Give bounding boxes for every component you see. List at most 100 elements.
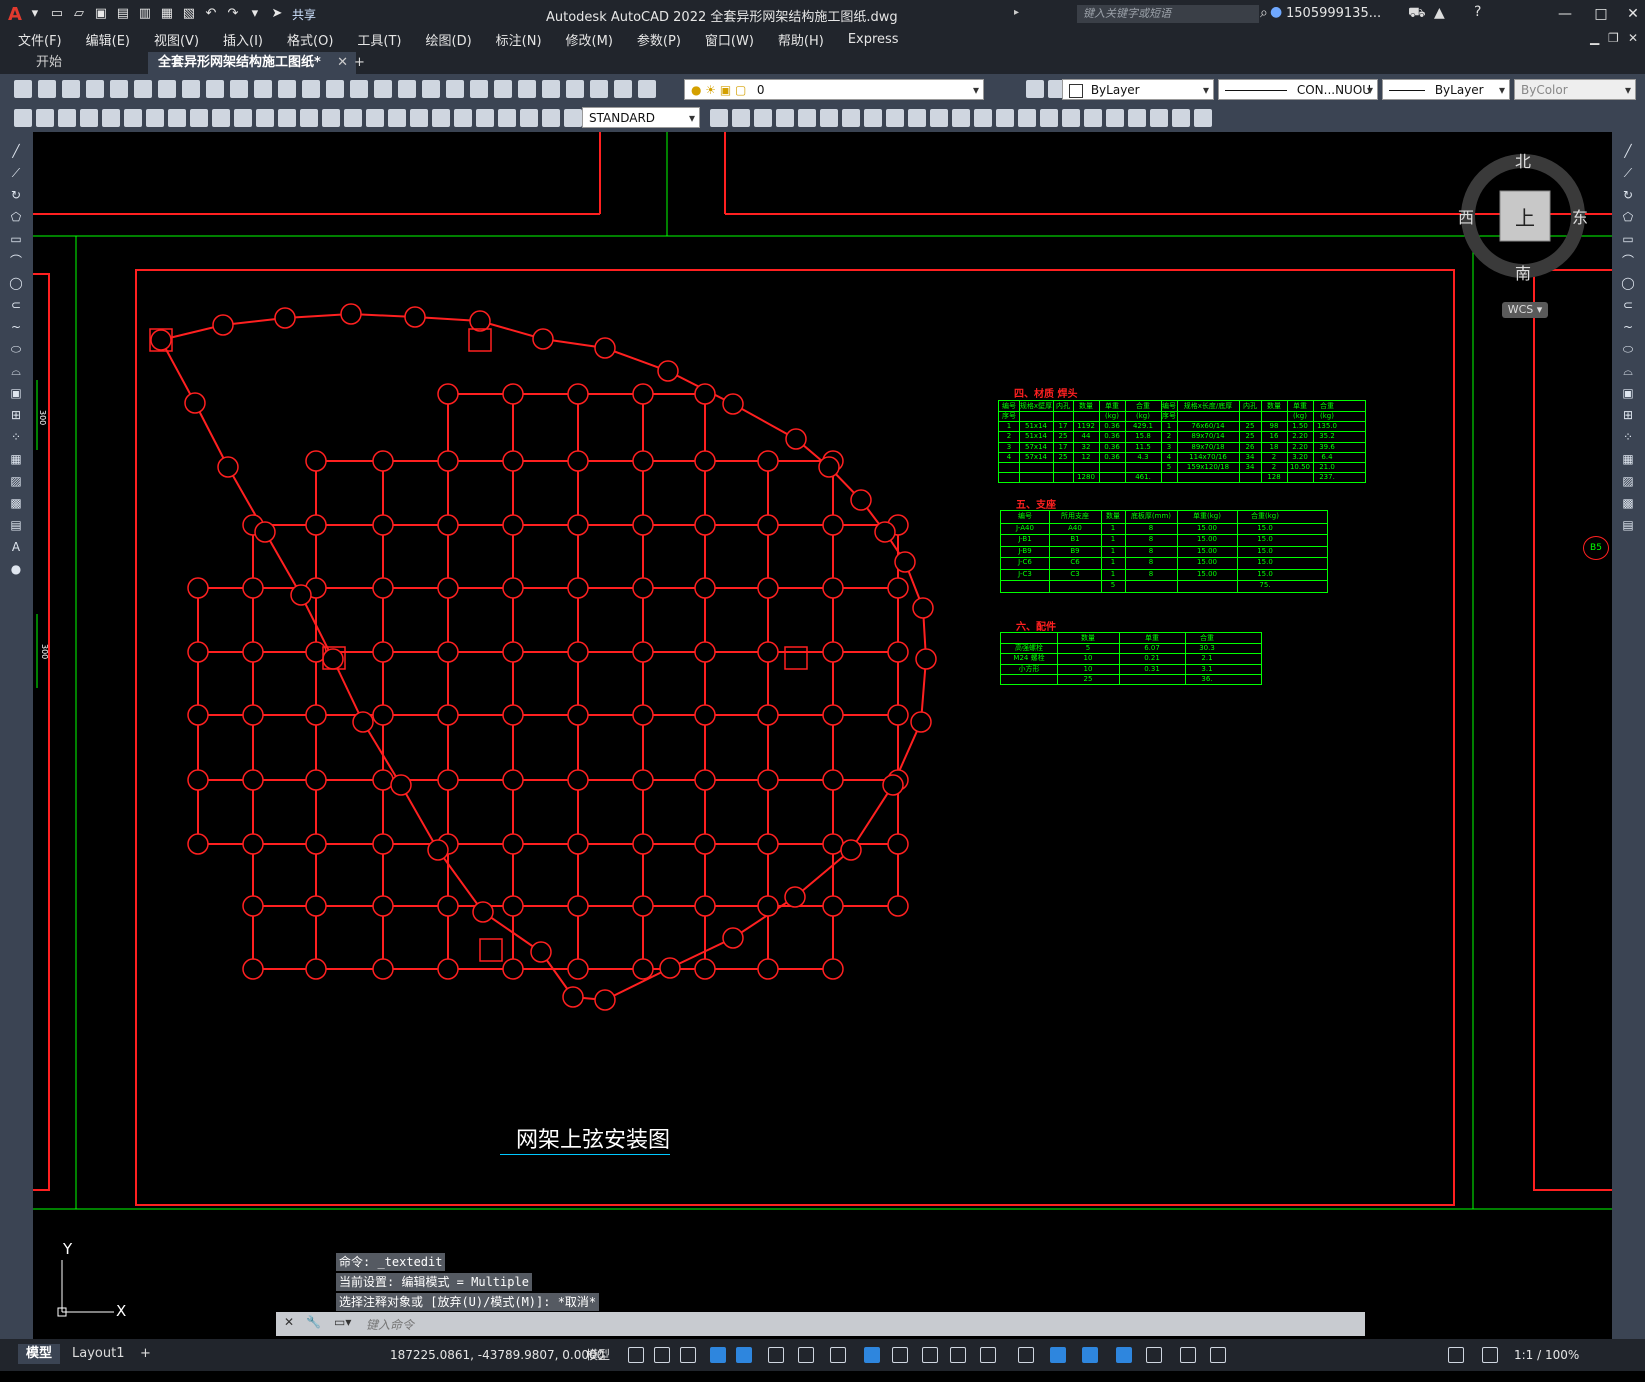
- save-web-icon[interactable]: ▦: [159, 6, 175, 22]
- menu-express[interactable]: Express: [836, 32, 911, 47]
- side-tool-icon[interactable]: ▣: [1620, 386, 1636, 400]
- drawing-canvas[interactable]: [33, 132, 1612, 1210]
- side-tool-icon[interactable]: ▨: [1620, 474, 1636, 488]
- menu-view[interactable]: 视图(V): [142, 30, 211, 49]
- undo-icon[interactable]: ↶: [203, 6, 219, 22]
- toolbar-tool-icon[interactable]: [1106, 109, 1124, 127]
- viewcube-face[interactable]: 上: [1515, 202, 1535, 231]
- toolbar-tool-icon[interactable]: [38, 80, 56, 98]
- side-tool-icon[interactable]: ~: [1620, 320, 1636, 334]
- toolbar-tool-icon[interactable]: [638, 80, 656, 98]
- save-icon[interactable]: ▣: [93, 6, 109, 22]
- command-prompt-icon[interactable]: ▭▾: [334, 1315, 351, 1329]
- toolbar-tool-icon[interactable]: [322, 109, 340, 127]
- toolbar-tool-icon[interactable]: [952, 109, 970, 127]
- menu-parametric[interactable]: 参数(P): [625, 30, 693, 49]
- toolbar-tool-icon[interactable]: [908, 109, 926, 127]
- user-icon[interactable]: ●: [1270, 4, 1282, 20]
- new-tab-icon[interactable]: +: [344, 52, 375, 74]
- menu-insert[interactable]: 插入(I): [211, 30, 275, 49]
- viewcube[interactable]: 北 南 东 西 上: [1458, 146, 1588, 286]
- chevron-down-icon[interactable]: ▾: [27, 6, 43, 22]
- toolbar-tool-icon[interactable]: [1084, 109, 1102, 127]
- viewcube-west[interactable]: 西: [1458, 204, 1474, 228]
- status-toggle-icon[interactable]: [1082, 1347, 1098, 1363]
- side-tool-icon[interactable]: ▤: [1620, 518, 1636, 532]
- side-tool-icon[interactable]: ⌓: [1620, 364, 1636, 378]
- toolbar-tool-icon[interactable]: [566, 80, 584, 98]
- toolbar-tool-icon[interactable]: [542, 80, 560, 98]
- model-space-button[interactable]: 模型: [586, 1346, 610, 1364]
- toolbar-tool-icon[interactable]: [498, 109, 516, 127]
- tab-drawing[interactable]: 全套异形网架结构施工图纸* ✕: [148, 52, 356, 74]
- chevron-right-icon[interactable]: ▸: [1014, 7, 1019, 18]
- doc-restore-icon[interactable]: ❐: [1608, 31, 1619, 45]
- toolbar-tool-icon[interactable]: [110, 80, 128, 98]
- side-tool-icon[interactable]: ~: [8, 320, 24, 334]
- side-tool-icon[interactable]: ▦: [8, 452, 24, 466]
- toolbar-tool-icon[interactable]: [974, 109, 992, 127]
- toolbar-tool-icon[interactable]: [886, 109, 904, 127]
- status-toggle-icon[interactable]: [980, 1347, 996, 1363]
- side-tool-icon[interactable]: ⁘: [1620, 430, 1636, 444]
- toolbar-tool-icon[interactable]: [446, 80, 464, 98]
- side-tool-icon[interactable]: ▭: [1620, 232, 1636, 246]
- linetype-dropdown[interactable]: CON...NUOU ▾: [1218, 79, 1378, 100]
- open-file-icon[interactable]: ▱: [71, 6, 87, 22]
- toolbar-tool-icon[interactable]: [86, 80, 104, 98]
- open-web-icon[interactable]: ▥: [137, 6, 153, 22]
- menu-edit[interactable]: 编辑(E): [74, 30, 142, 49]
- viewcube-north[interactable]: 北: [1515, 148, 1531, 172]
- status-toggle-icon[interactable]: [1482, 1347, 1498, 1363]
- side-tool-icon[interactable]: ⬭: [8, 342, 24, 356]
- status-toggle-icon[interactable]: [864, 1347, 880, 1363]
- toolbar-tool-icon[interactable]: [14, 109, 32, 127]
- customize-icon[interactable]: ▾: [247, 6, 263, 22]
- menu-file[interactable]: 文件(F): [6, 30, 74, 49]
- menu-dimension[interactable]: 标注(N): [484, 30, 554, 49]
- menu-modify[interactable]: 修改(M): [554, 30, 625, 49]
- toolbar-tool-icon[interactable]: [1062, 109, 1080, 127]
- status-toggle-icon[interactable]: [798, 1347, 814, 1363]
- side-tool-icon[interactable]: ▦: [1620, 452, 1636, 466]
- toolbar-tool-icon[interactable]: [454, 109, 472, 127]
- toolbar-tool-icon[interactable]: [776, 109, 794, 127]
- side-tool-icon[interactable]: ⬠: [1620, 210, 1636, 224]
- maximize-button[interactable]: □: [1590, 4, 1612, 24]
- menu-tools[interactable]: 工具(T): [345, 30, 413, 49]
- status-toggle-icon[interactable]: [1146, 1347, 1162, 1363]
- status-toggle-icon[interactable]: [736, 1347, 752, 1363]
- side-tool-icon[interactable]: ▨: [8, 474, 24, 488]
- toolbar-tool-icon[interactable]: [590, 80, 608, 98]
- share-icon[interactable]: ➤: [269, 6, 285, 22]
- status-toggle-icon[interactable]: [1050, 1347, 1066, 1363]
- toolbar-tool-icon[interactable]: [58, 109, 76, 127]
- tab-start[interactable]: 开始: [26, 52, 72, 74]
- toolbar-tool-icon[interactable]: [1150, 109, 1168, 127]
- coordinates-readout[interactable]: 187225.0861, -43789.9807, 0.0000: [390, 1346, 604, 1364]
- status-toggle-icon[interactable]: [710, 1347, 726, 1363]
- side-tool-icon[interactable]: ⌒: [1620, 254, 1636, 268]
- toolbar-tool-icon[interactable]: [410, 109, 428, 127]
- toolbar-tool-icon[interactable]: [520, 109, 538, 127]
- cart-icon[interactable]: ⛟: [1408, 5, 1426, 23]
- toolbar-tool-icon[interactable]: [168, 109, 186, 127]
- side-tool-icon[interactable]: ╱: [1620, 144, 1636, 158]
- toolbar-tool-icon[interactable]: [366, 109, 384, 127]
- side-tool-icon[interactable]: ▤: [8, 518, 24, 532]
- toolbar-tool-icon[interactable]: [842, 109, 860, 127]
- side-tool-icon[interactable]: A: [8, 540, 24, 554]
- search-icon[interactable]: ⌕: [1260, 5, 1268, 21]
- color-dropdown[interactable]: ByLayer ▾: [1062, 79, 1214, 100]
- toolbar-tool-icon[interactable]: [36, 109, 54, 127]
- toolbar-tool-icon[interactable]: [344, 109, 362, 127]
- new-file-icon[interactable]: ▭: [49, 6, 65, 22]
- toolbar-tool-icon[interactable]: [350, 80, 368, 98]
- side-tool-icon[interactable]: ⬠: [8, 210, 24, 224]
- toolbar-tool-icon[interactable]: [996, 109, 1014, 127]
- toolbar-tool-icon[interactable]: [1172, 109, 1190, 127]
- side-tool-icon[interactable]: ⊂: [8, 298, 24, 312]
- status-toggle-icon[interactable]: [1180, 1347, 1196, 1363]
- plotstyle-dropdown[interactable]: ByColor ▾: [1514, 79, 1636, 100]
- side-tool-icon[interactable]: ▩: [8, 496, 24, 510]
